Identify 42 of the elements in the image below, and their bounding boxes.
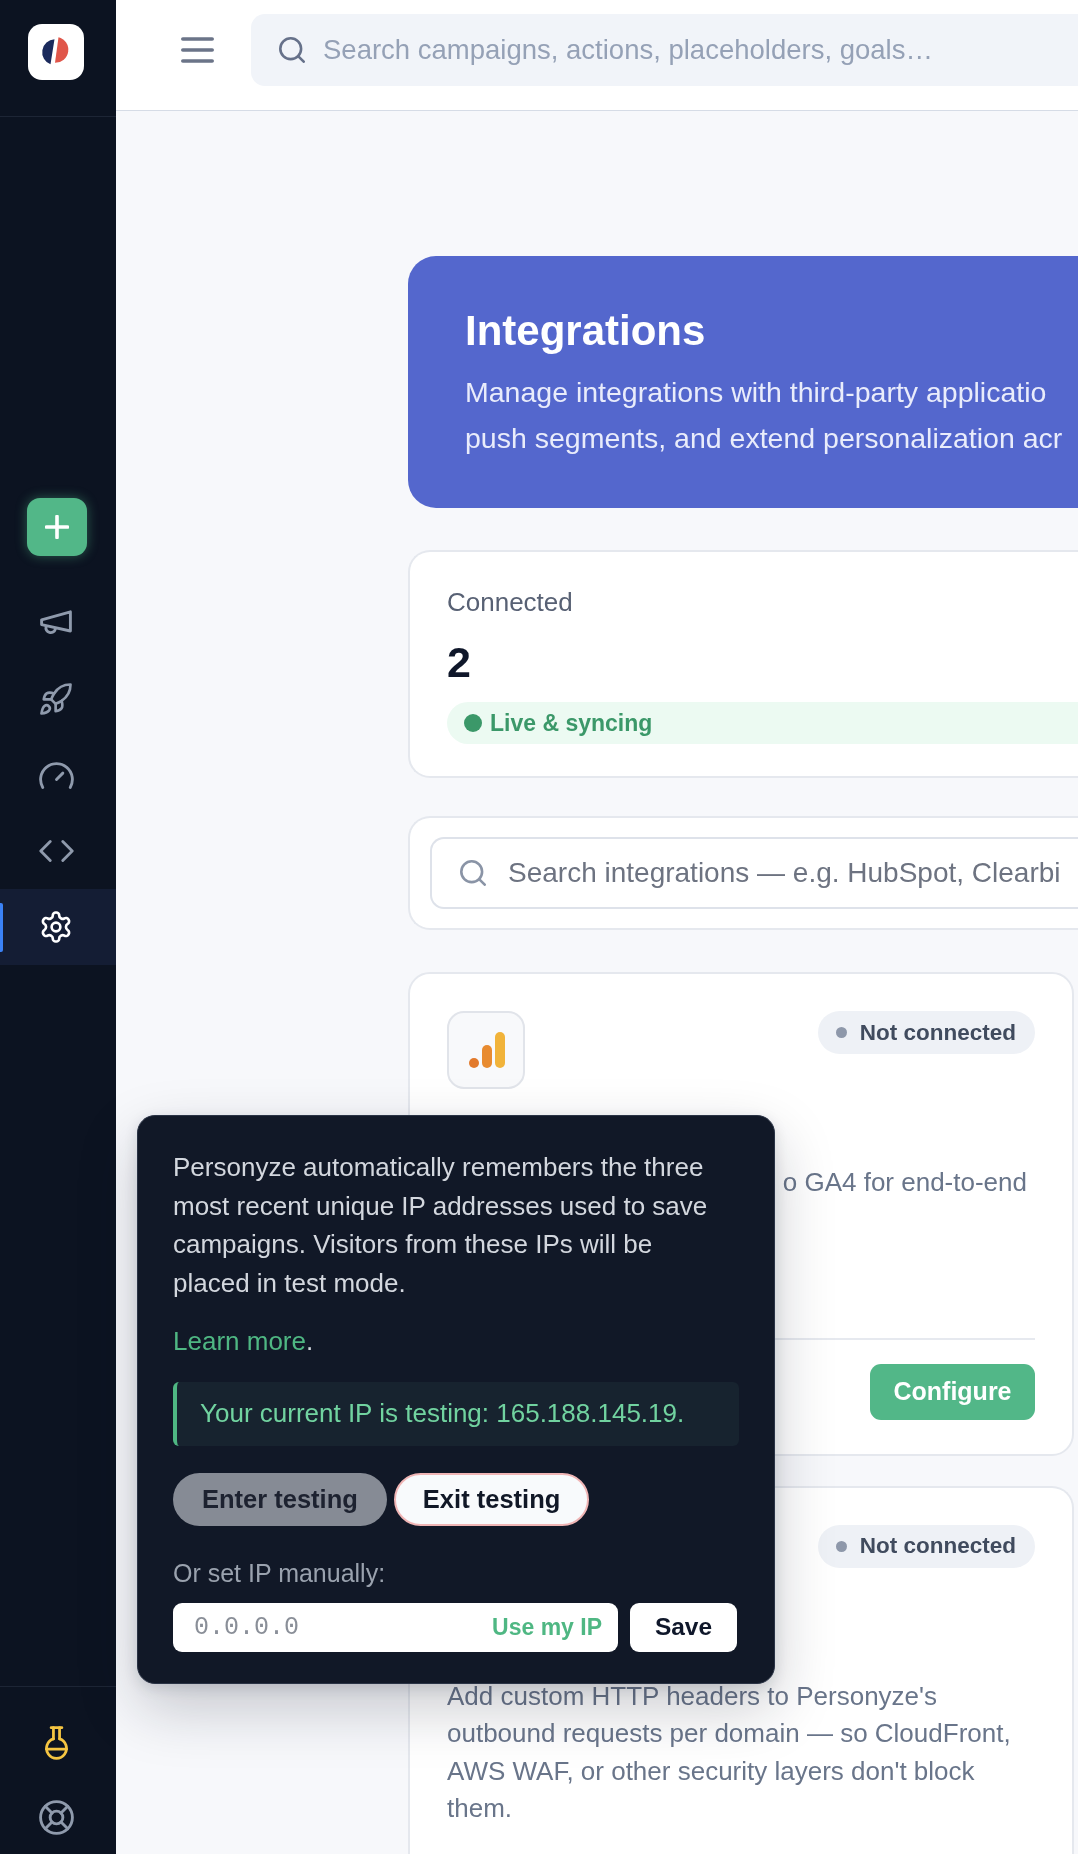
lifebuoy-icon xyxy=(38,1799,74,1835)
stat-label: Connected xyxy=(447,586,573,618)
search-field[interactable]: Search campaigns, actions, placeholders, goals… xyxy=(251,14,1078,86)
nav-item[interactable] xyxy=(0,889,116,965)
nav-item[interactable] xyxy=(38,761,74,789)
integration-search-field[interactable]: Search integrations — e.g. HubSpot, Clearbi xyxy=(430,837,1078,909)
nav-item[interactable] xyxy=(40,610,72,636)
plus-icon xyxy=(45,515,69,539)
status-dot-icon xyxy=(835,1540,847,1552)
page-title: Integrations xyxy=(465,306,706,356)
add-button[interactable] xyxy=(27,498,87,556)
status-dot-icon xyxy=(835,1027,847,1038)
popover-description: Personyze automatically remembers the three most recent unique IP addresses used to save campaigns. Visitors from these IPs will be placed in test mode. xyxy=(173,1151,709,1300)
save-button[interactable]: Save xyxy=(630,1602,737,1652)
nav-item[interactable] xyxy=(38,840,74,862)
help-button[interactable] xyxy=(38,1799,74,1835)
integration-description: o GA4 for end-to-end xyxy=(782,1166,1027,1199)
logo-icon[interactable] xyxy=(28,24,84,80)
bar-chart-icon xyxy=(447,1011,525,1089)
manual-ip-label: Or set IP manually: xyxy=(173,1557,386,1588)
search-icon xyxy=(460,860,486,886)
status-text: Live & syncing xyxy=(490,709,653,737)
ip-status-message: Your current IP is testing: 165.188.145.19. xyxy=(173,1381,739,1446)
test-mode-button[interactable] xyxy=(44,1726,68,1760)
status-text: Not connected xyxy=(859,1533,1016,1559)
search-icon xyxy=(279,37,305,63)
flask-icon xyxy=(44,1726,68,1760)
nav-item[interactable] xyxy=(40,683,72,715)
rocket-icon xyxy=(40,683,72,715)
settings-icon xyxy=(40,911,72,943)
learn-more-link[interactable]: Learn more xyxy=(173,1326,306,1356)
status-dot-icon xyxy=(464,714,482,732)
learn-more-text: Learn more. xyxy=(173,1325,314,1358)
integration-description: Add custom HTTP headers to Personyze's outbound requests per domain — so CloudFront, AWS WAF, or other security layers don't block them. xyxy=(447,1679,1012,1825)
page-description: Manage integrations with third-party applicatio push segments, and extend personalization acr xyxy=(465,375,1063,456)
stat-value: 2 xyxy=(447,638,471,686)
megaphone-icon xyxy=(40,610,72,636)
code-icon xyxy=(38,840,74,862)
exit-testing-button[interactable]: Exit testing xyxy=(393,1472,590,1526)
status-text: Not connected xyxy=(859,1019,1016,1046)
menu-icon[interactable] xyxy=(181,37,214,63)
gauge-icon xyxy=(38,761,74,789)
